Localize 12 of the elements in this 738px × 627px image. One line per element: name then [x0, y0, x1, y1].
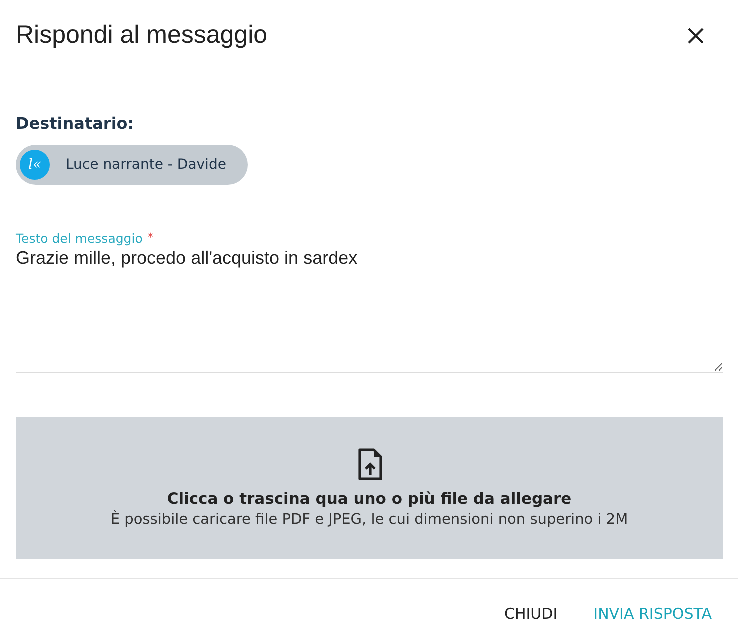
close-icon[interactable]	[687, 26, 705, 45]
dropzone-title: Clicca o trascina qua uno o più file da allegare	[167, 490, 572, 508]
dialog-title: Rispondi al messaggio	[16, 21, 268, 50]
recipient-chip: l« Luce narrante - Davide	[16, 144, 248, 185]
avatar: l«	[20, 150, 50, 180]
recipient-label: Destinatario:	[16, 114, 136, 133]
file-upload-icon	[356, 448, 382, 482]
dropzone-hint: È possibile caricare file PDF e JPEG, le cui dimensioni non superino i 2M	[110, 512, 628, 528]
file-dropzone[interactable]: Clicca o trascina qua uno o più file da allegare È possibile caricare file PDF e JPEG, le cui dimensioni non superino i 2M	[16, 416, 723, 559]
field-label: Testo del messaggio *	[16, 230, 154, 246]
required-mark: *	[148, 230, 154, 244]
close-button[interactable]: CHIUDI	[496, 601, 566, 627]
